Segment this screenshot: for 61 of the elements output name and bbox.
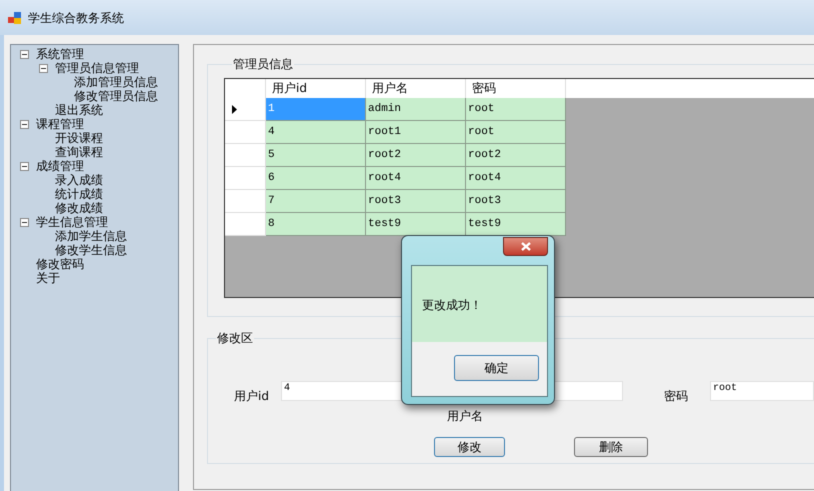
table-row[interactable]: 7 root3 root3 bbox=[225, 190, 814, 213]
table-cell[interactable]: root3 bbox=[466, 190, 566, 213]
field-label: 用户id bbox=[234, 388, 270, 405]
collapse-icon[interactable] bbox=[20, 218, 29, 226]
tree-item[interactable]: 管理员信息管理 bbox=[55, 61, 139, 75]
tree-item[interactable]: 查询课程 bbox=[55, 145, 103, 159]
tree-item[interactable]: 修改成绩 bbox=[55, 201, 103, 215]
table-cell[interactable]: root2 bbox=[466, 144, 566, 167]
table-cell[interactable]: root bbox=[466, 121, 566, 144]
table-cell[interactable]: 4 bbox=[266, 121, 366, 144]
app-icon bbox=[8, 10, 22, 24]
table-cell[interactable]: test9 bbox=[366, 213, 466, 236]
collapse-icon[interactable] bbox=[20, 120, 29, 128]
table-cell[interactable]: test9 bbox=[466, 213, 566, 236]
tree-item[interactable]: 系统管理 bbox=[36, 47, 84, 61]
row-header[interactable] bbox=[225, 98, 266, 121]
message-text: 更改成功！ bbox=[422, 298, 482, 312]
table-cell[interactable]: 5 bbox=[266, 144, 366, 167]
close-button[interactable] bbox=[503, 237, 548, 256]
tree-item[interactable]: 课程管理 bbox=[36, 117, 84, 131]
field-label: 用户名 bbox=[447, 408, 484, 425]
table-cell[interactable]: root2 bbox=[366, 144, 466, 167]
table-cell[interactable]: admin bbox=[366, 98, 466, 121]
table-cell[interactable]: root1 bbox=[366, 121, 466, 144]
current-row-icon bbox=[232, 104, 237, 114]
tree-item[interactable]: 学生信息管理 bbox=[36, 215, 108, 229]
tree-item[interactable]: 录入成绩 bbox=[55, 173, 103, 187]
table-cell[interactable]: root3 bbox=[366, 190, 466, 213]
collapse-icon[interactable] bbox=[39, 64, 48, 72]
table-row[interactable]: 5 root2 root2 bbox=[225, 144, 814, 167]
table-cell[interactable]: root4 bbox=[366, 167, 466, 190]
field-label: 密码 bbox=[664, 388, 689, 405]
tree-item[interactable]: 关于 bbox=[36, 271, 60, 285]
ok-button[interactable]: 确定 bbox=[454, 355, 539, 381]
group-title: 修改区 bbox=[216, 330, 254, 347]
modify-button[interactable]: 修改 bbox=[434, 437, 505, 457]
input-field[interactable]: root bbox=[710, 381, 814, 401]
tree-item[interactable]: 修改管理员信息 bbox=[74, 89, 158, 103]
tree-item[interactable]: 添加学生信息 bbox=[55, 229, 127, 243]
table-cell[interactable]: 8 bbox=[266, 213, 366, 236]
delete-button[interactable]: 删除 bbox=[574, 437, 648, 457]
table-cell[interactable]: 7 bbox=[266, 190, 366, 213]
table-row[interactable]: 4 root1 root bbox=[225, 121, 814, 144]
table-cell[interactable]: root bbox=[466, 98, 566, 121]
tree-item[interactable]: 成绩管理 bbox=[36, 159, 84, 173]
tree-item[interactable]: 添加管理员信息 bbox=[74, 75, 158, 89]
table-row[interactable]: 1 admin root bbox=[225, 98, 814, 121]
collapse-icon[interactable] bbox=[20, 162, 29, 170]
group-title: 管理员信息 bbox=[232, 56, 294, 73]
close-icon bbox=[520, 242, 530, 251]
table-cell[interactable]: 6 bbox=[266, 167, 366, 190]
tree-item[interactable]: 退出系统 bbox=[55, 103, 103, 117]
tree-item[interactable]: 统计成绩 bbox=[55, 187, 103, 201]
tree-item[interactable]: 修改学生信息 bbox=[55, 243, 127, 257]
table-row[interactable]: 6 root4 root4 bbox=[225, 167, 814, 190]
window-title: 学生综合教务系统 bbox=[28, 10, 124, 26]
table-row[interactable]: 8 test9 test9 bbox=[225, 213, 814, 236]
tree-item[interactable]: 修改密码 bbox=[36, 257, 84, 271]
collapse-icon[interactable] bbox=[20, 50, 29, 58]
tree-item[interactable]: 开设课程 bbox=[55, 131, 103, 145]
table-cell[interactable]: root4 bbox=[466, 167, 566, 190]
